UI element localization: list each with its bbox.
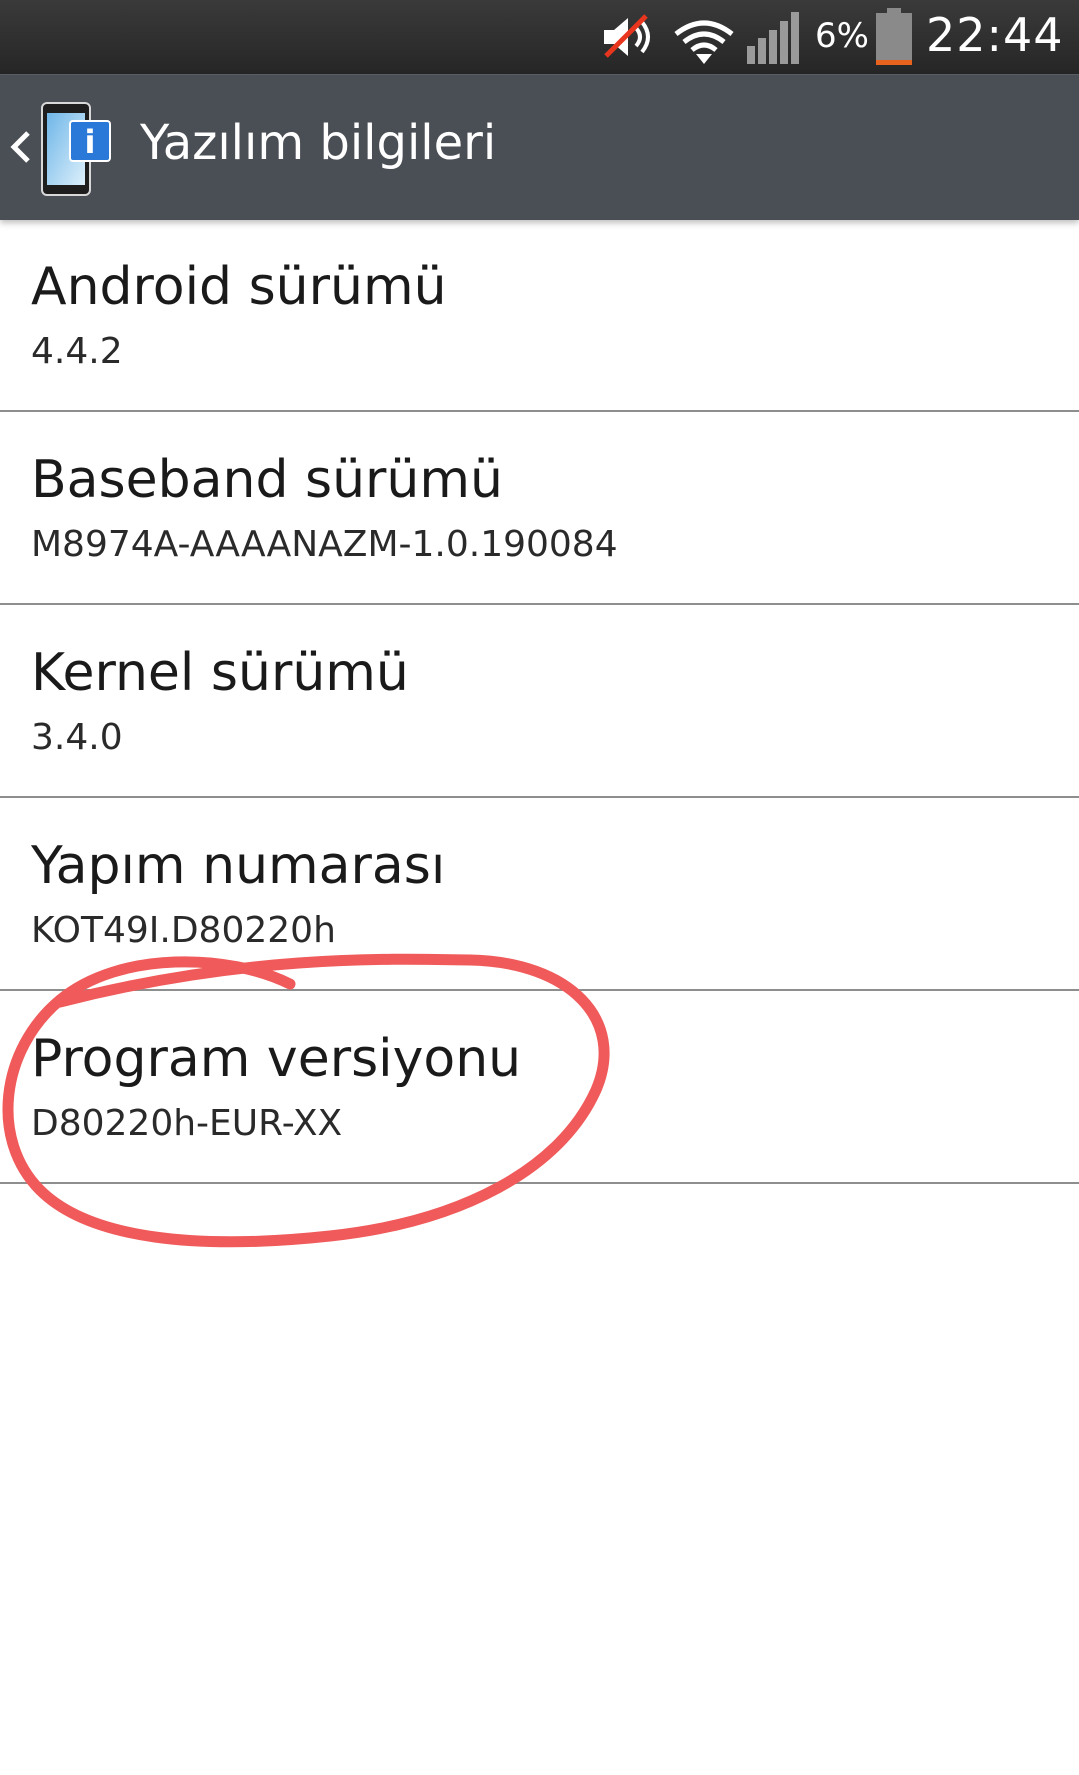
page-title: Yazılım bilgileri	[140, 115, 497, 171]
list-item-program-version[interactable]: Program versiyonu D80220h-EUR-XX	[0, 991, 1079, 1184]
list-item-baseband-version[interactable]: Baseband sürümü M8974A-AAAANAZM-1.0.1900…	[0, 412, 1079, 605]
battery-icon	[876, 8, 912, 65]
battery-percent: 6%	[815, 16, 869, 56]
list-item-value: 3.4.0	[31, 717, 123, 758]
list-item-title: Baseband sürümü	[31, 450, 503, 510]
back-chevron-icon[interactable]	[8, 127, 34, 167]
list-item-title: Android sürümü	[31, 257, 447, 317]
list-item-value: M8974A-AAAANAZM-1.0.190084	[31, 524, 618, 565]
software-info-list: Android sürümü 4.4.2 Baseband sürümü M89…	[0, 219, 1079, 1184]
list-item-android-version[interactable]: Android sürümü 4.4.2	[0, 219, 1079, 412]
sound-muted-icon	[604, 14, 650, 58]
svg-text:i: i	[85, 123, 96, 161]
signal-icon	[747, 12, 799, 64]
list-item-kernel-version[interactable]: Kernel sürümü 3.4.0	[0, 605, 1079, 798]
list-item-value: KOT49I.D80220h	[31, 910, 336, 951]
action-bar: i Yazılım bilgileri	[0, 74, 1079, 220]
list-item-value: D80220h-EUR-XX	[31, 1103, 343, 1144]
wifi-icon	[674, 20, 734, 64]
list-item-value: 4.4.2	[31, 331, 123, 372]
status-bar: 6% 22:44	[0, 0, 1079, 74]
list-item-build-number[interactable]: Yapım numarası KOT49I.D80220h	[0, 798, 1079, 991]
software-info-icon[interactable]: i	[40, 99, 126, 199]
list-item-title: Kernel sürümü	[31, 643, 409, 703]
clock: 22:44	[926, 8, 1064, 62]
list-item-title: Yapım numarası	[31, 836, 446, 896]
list-item-title: Program versiyonu	[31, 1029, 522, 1089]
